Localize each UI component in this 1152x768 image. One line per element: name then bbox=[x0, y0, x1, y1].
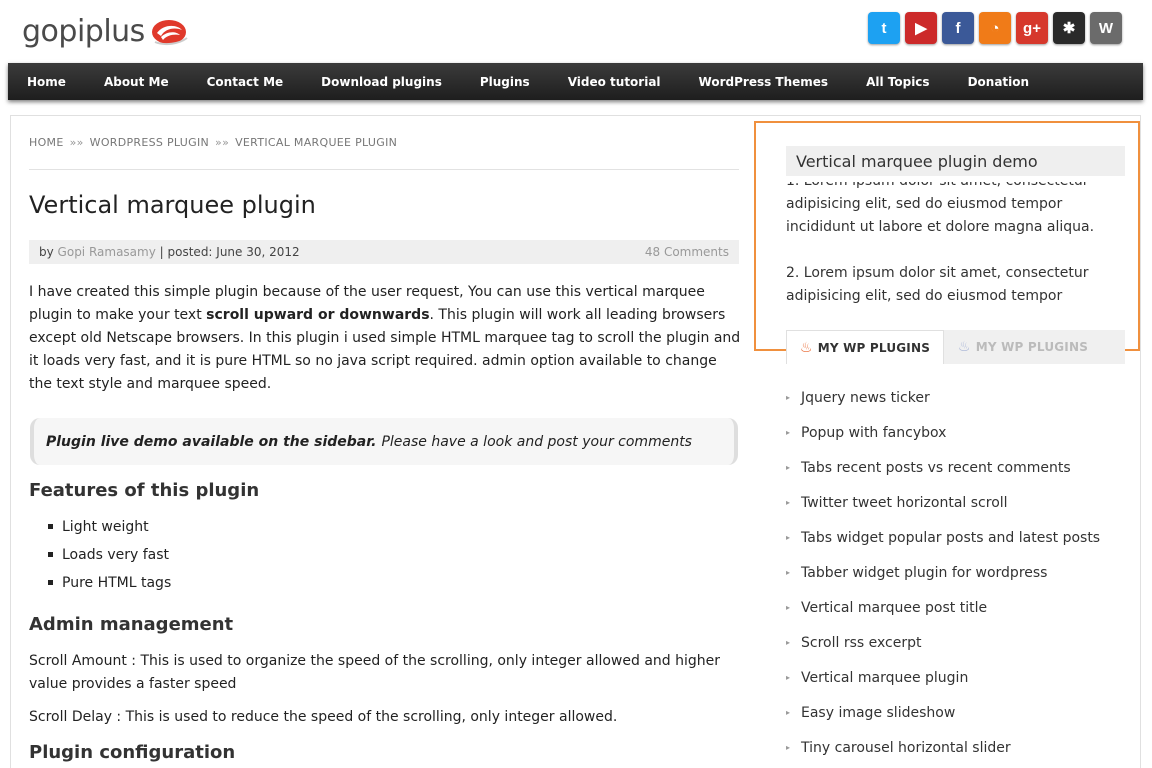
features-list: Light weight Loads very fast Pure HTML tag… bbox=[48, 516, 171, 600]
flame-icon: ♨ bbox=[799, 339, 813, 356]
plugin-list-item[interactable]: ▸ Jquery news ticker bbox=[786, 380, 1125, 415]
plugin-list-item[interactable]: ▸ Easy image slideshow bbox=[786, 695, 1125, 730]
nav-item-download-plugins[interactable]: Download plugins bbox=[321, 75, 442, 89]
plugin-list: ▸ Jquery news ticker ▸ Popup with fancybox ▸… bbox=[786, 380, 1125, 765]
intro-paragraph: I have created this simple plugin becaus… bbox=[29, 281, 741, 396]
plugin-list-item[interactable]: ▸ Tiny carousel horizontal slider bbox=[786, 730, 1125, 765]
widget-title: Vertical marquee plugin demo bbox=[786, 146, 1125, 176]
admin-heading: Admin management bbox=[29, 614, 234, 635]
breadcrumb-divider bbox=[29, 169, 739, 170]
tab-my-wp-plugins-1[interactable]: ♨ MY WP PLUGINS bbox=[786, 330, 944, 364]
twitter-icon[interactable]: t bbox=[868, 12, 900, 44]
feature-item: Loads very fast bbox=[48, 544, 171, 572]
plugin-list-item[interactable]: ▸ Popup with fancybox bbox=[786, 415, 1125, 450]
nav-item-video-tutorial[interactable]: Video tutorial bbox=[568, 75, 661, 89]
comments-link[interactable]: 48 Comments bbox=[645, 245, 729, 259]
bullet-arrow-icon: ▸ bbox=[786, 568, 791, 577]
plugin-link[interactable]: Vertical marquee plugin bbox=[801, 670, 968, 686]
feature-item: Pure HTML tags bbox=[48, 572, 171, 600]
marquee-item: 2. Lorem ipsum dolor sit amet, consectet… bbox=[786, 265, 1089, 304]
callout-text: Please have a look and post your comment… bbox=[381, 433, 692, 450]
wordpress-icon[interactable]: W bbox=[1090, 12, 1122, 44]
plugin-list-item[interactable]: ▸ Scroll rss excerpt bbox=[786, 625, 1125, 660]
bullet-arrow-icon: ▸ bbox=[786, 708, 791, 717]
social-icons: t ▶ f ◔ g+ ✱ W bbox=[868, 12, 1122, 44]
nav-item-home[interactable]: Home bbox=[27, 75, 66, 89]
post-meta: by Gopi Ramasamy | posted: June 30, 2012… bbox=[29, 240, 739, 264]
google-plus-icon[interactable]: g+ bbox=[1016, 12, 1048, 44]
logo-text: gopiplus bbox=[22, 14, 145, 49]
plugin-list-item[interactable]: ▸ Vertical marquee plugin bbox=[786, 660, 1125, 695]
breadcrumb-current: VERTICAL MARQUEE PLUGIN bbox=[235, 136, 398, 149]
facebook-icon[interactable]: f bbox=[942, 12, 974, 44]
bullet-arrow-icon: ▸ bbox=[786, 428, 791, 437]
plugin-link[interactable]: Easy image slideshow bbox=[801, 705, 955, 721]
youtube-icon[interactable]: ▶ bbox=[905, 12, 937, 44]
breadcrumb-home[interactable]: HOME bbox=[29, 136, 64, 149]
breadcrumb-wordpress-plugin[interactable]: WORDPRESS PLUGIN bbox=[90, 136, 209, 149]
plugin-link[interactable]: Tabs recent posts vs recent comments bbox=[801, 460, 1071, 476]
plugin-link[interactable]: Popup with fancybox bbox=[801, 425, 946, 441]
intro-bold: scroll upward or downwards bbox=[206, 307, 430, 323]
plugin-list-item[interactable]: ▸ Tabber widget plugin for wordpress bbox=[786, 555, 1125, 590]
tab-my-wp-plugins-2[interactable]: ♨ MY WP PLUGINS bbox=[944, 330, 1102, 364]
tab-label: MY WP PLUGINS bbox=[817, 340, 931, 355]
bullet-arrow-icon: ▸ bbox=[786, 673, 791, 682]
scroll-amount-text: Scroll Amount : This is used to organize… bbox=[29, 653, 721, 692]
plugin-list-item[interactable]: ▸ Twitter tweet horizontal scroll bbox=[786, 485, 1125, 520]
demo-callout: Plugin live demo available on the sideba… bbox=[30, 418, 738, 465]
marquee-item: 1. Lorem ipsum dolor sit amet, consectet… bbox=[786, 182, 1095, 235]
nav-item-wordpress-themes[interactable]: WordPress Themes bbox=[699, 75, 829, 89]
plugin-link[interactable]: Twitter tweet horizontal scroll bbox=[801, 495, 1008, 511]
bullet-arrow-icon: ▸ bbox=[786, 498, 791, 507]
vertical-marquee: 1. Lorem ipsum dolor sit amet, consectet… bbox=[786, 182, 1106, 310]
nav-item-all-topics[interactable]: All Topics bbox=[866, 75, 930, 89]
nav-item-donation[interactable]: Donation bbox=[968, 75, 1029, 89]
bullet-arrow-icon: ▸ bbox=[786, 603, 791, 612]
plugin-link[interactable]: Tabber widget plugin for wordpress bbox=[801, 565, 1047, 581]
plugin-link[interactable]: Tabs widget popular posts and latest pos… bbox=[801, 530, 1100, 546]
post-title: Vertical marquee plugin bbox=[29, 191, 316, 219]
breadcrumb-separator: »» bbox=[215, 136, 230, 149]
bullet-arrow-icon: ▸ bbox=[786, 393, 791, 402]
feature-item: Light weight bbox=[48, 516, 171, 544]
plugin-list-item[interactable]: ▸ Tabs widget popular posts and latest po… bbox=[786, 520, 1125, 555]
bullet-arrow-icon: ▸ bbox=[786, 638, 791, 647]
config-heading: Plugin configuration bbox=[29, 742, 236, 763]
plugin-link[interactable]: Jquery news ticker bbox=[801, 390, 930, 406]
nav-item-contact-me[interactable]: Contact Me bbox=[207, 75, 284, 89]
rss-icon[interactable]: ◔ bbox=[979, 12, 1011, 44]
plugin-tabs: ♨ MY WP PLUGINS ♨ MY WP PLUGINS bbox=[786, 330, 1125, 364]
plugin-link[interactable]: Scroll rss excerpt bbox=[801, 635, 921, 651]
site-logo[interactable]: gopiplus bbox=[22, 14, 189, 49]
bullet-arrow-icon: ▸ bbox=[786, 463, 791, 472]
plugin-link[interactable]: Tiny carousel horizontal slider bbox=[801, 740, 1011, 756]
by-label: by bbox=[39, 245, 54, 259]
breadcrumb-separator: »» bbox=[69, 136, 84, 149]
posted-date: | posted: June 30, 2012 bbox=[159, 245, 300, 259]
plugin-list-item[interactable]: ▸ Tabs recent posts vs recent comments bbox=[786, 450, 1125, 485]
flame-icon: ♨ bbox=[957, 339, 971, 355]
author-link[interactable]: Gopi Ramasamy bbox=[58, 245, 156, 259]
callout-bold: Plugin live demo available on the sideba… bbox=[46, 433, 377, 450]
nav-item-about-me[interactable]: About Me bbox=[104, 75, 169, 89]
logo-swirl-icon bbox=[151, 19, 188, 45]
main-nav: Home About Me Contact Me Download plugins Pl… bbox=[8, 63, 1143, 100]
nav-item-plugins[interactable]: Plugins bbox=[480, 75, 530, 89]
scroll-delay-text: Scroll Delay : This is used to reduce th… bbox=[29, 709, 618, 725]
plugin-link[interactable]: Vertical marquee post title bbox=[801, 600, 987, 616]
joomla-icon[interactable]: ✱ bbox=[1053, 12, 1085, 44]
plugin-list-item[interactable]: ▸ Vertical marquee post title bbox=[786, 590, 1125, 625]
features-heading: Features of this plugin bbox=[29, 480, 260, 501]
bullet-arrow-icon: ▸ bbox=[786, 743, 791, 752]
tab-label: MY WP PLUGINS bbox=[975, 340, 1089, 354]
breadcrumb: HOME »» WORDPRESS PLUGIN »» VERTICAL MARQUEE… bbox=[29, 136, 397, 149]
bullet-arrow-icon: ▸ bbox=[786, 533, 791, 542]
